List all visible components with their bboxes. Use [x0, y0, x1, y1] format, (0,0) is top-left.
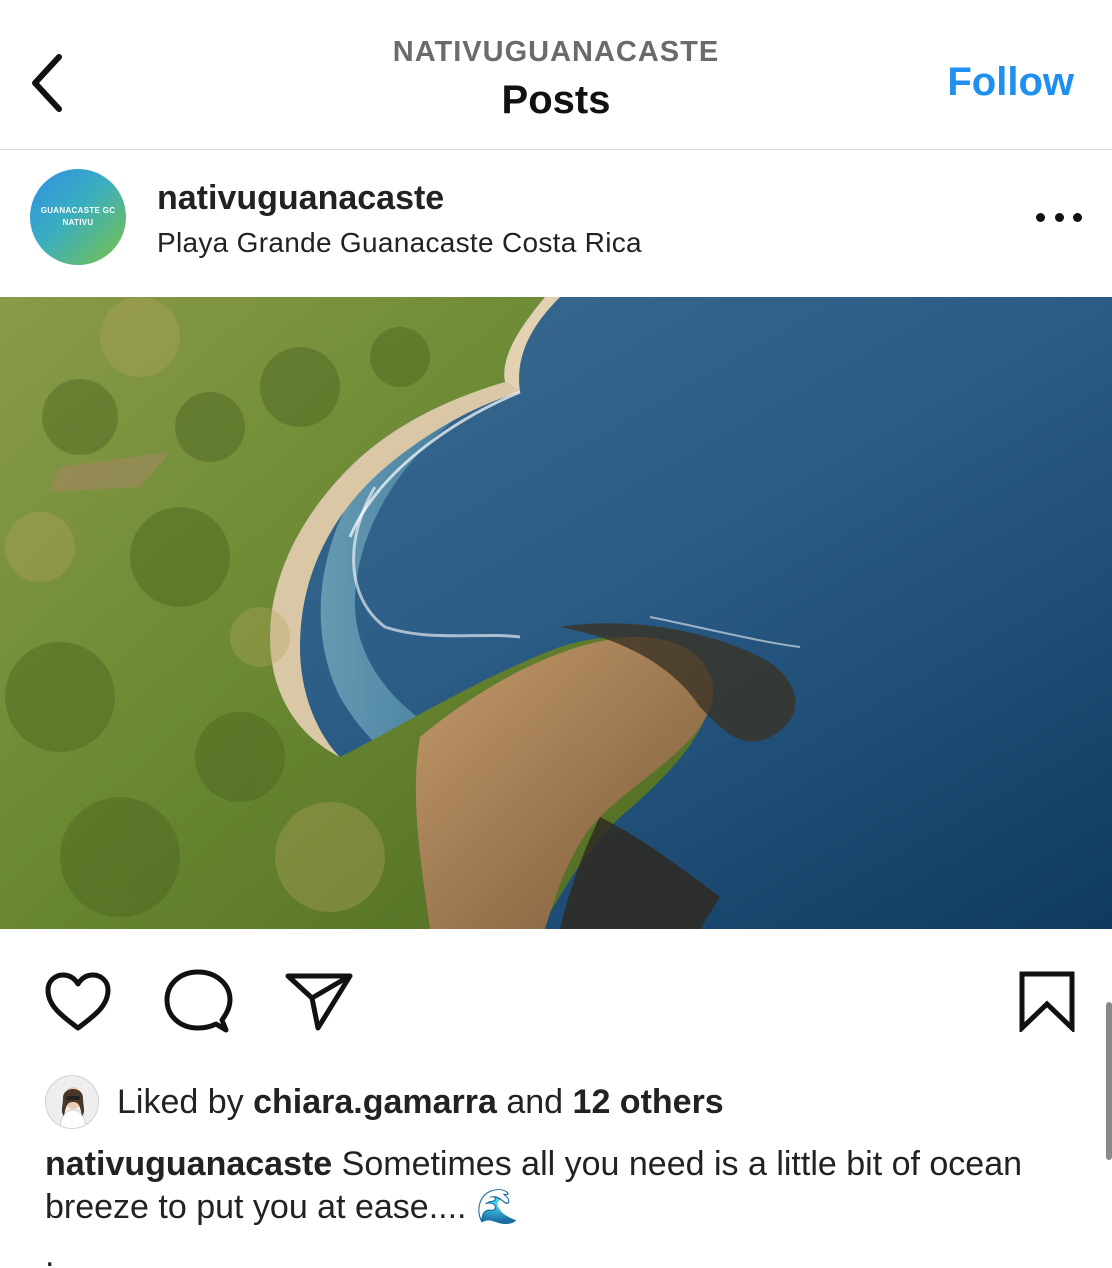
post-screen: NATIVUGUANACASTE Posts Follow GUANACASTE…	[0, 0, 1112, 1268]
caption-continuation-dot: .	[45, 1236, 55, 1268]
send-icon	[285, 973, 353, 1031]
like-button[interactable]	[42, 970, 114, 1034]
bookmark-icon	[1019, 971, 1075, 1032]
post-header: GUANACASTE GC NATIVU nativuguanacaste Pl…	[0, 151, 1112, 296]
post-photo[interactable]	[0, 297, 1112, 929]
likes-and: and	[496, 1082, 573, 1121]
comment-icon	[164, 969, 233, 1033]
likes-text: Liked by chiara.gamarra and 12 others	[117, 1083, 724, 1122]
share-button[interactable]	[284, 970, 354, 1032]
likes-others-link[interactable]: 12 others	[573, 1083, 724, 1121]
liker-username[interactable]: chiara.gamarra	[253, 1083, 497, 1121]
liker-photo	[46, 1076, 98, 1128]
post-caption: nativuguanacaste Sometimes all you need …	[45, 1143, 1065, 1229]
follow-button[interactable]: Follow	[947, 60, 1074, 105]
post-action-bar	[0, 930, 1112, 1070]
page-title: Posts	[501, 78, 611, 122]
top-navigation-bar: NATIVUGUANACASTE Posts Follow	[0, 0, 1112, 150]
caption-username[interactable]: nativuguanacaste	[45, 1145, 332, 1183]
account-avatar[interactable]: GUANACASTE GC NATIVU	[30, 169, 126, 265]
likes-prefix: Liked by	[117, 1082, 254, 1121]
scrollbar[interactable]	[1106, 1002, 1112, 1160]
post-location[interactable]: Playa Grande Guanacaste Costa Rica	[157, 227, 642, 259]
more-horizontal-icon	[1036, 212, 1045, 222]
save-button[interactable]	[1018, 970, 1076, 1032]
post-username[interactable]: nativuguanacaste	[157, 179, 444, 218]
likes-row: Liked by chiara.gamarra and 12 others	[45, 1074, 724, 1130]
aerial-beach-photo	[0, 297, 1112, 929]
more-options-button[interactable]	[1036, 205, 1082, 229]
comment-button[interactable]	[162, 968, 234, 1036]
avatar-logo-line-1: GUANACASTE GC	[40, 206, 116, 215]
liker-avatar[interactable]	[45, 1075, 99, 1129]
account-name-header: NATIVUGUANACASTE	[392, 36, 720, 68]
heart-icon	[45, 972, 111, 1031]
avatar-logo-line-2: NATIVU	[62, 218, 94, 227]
